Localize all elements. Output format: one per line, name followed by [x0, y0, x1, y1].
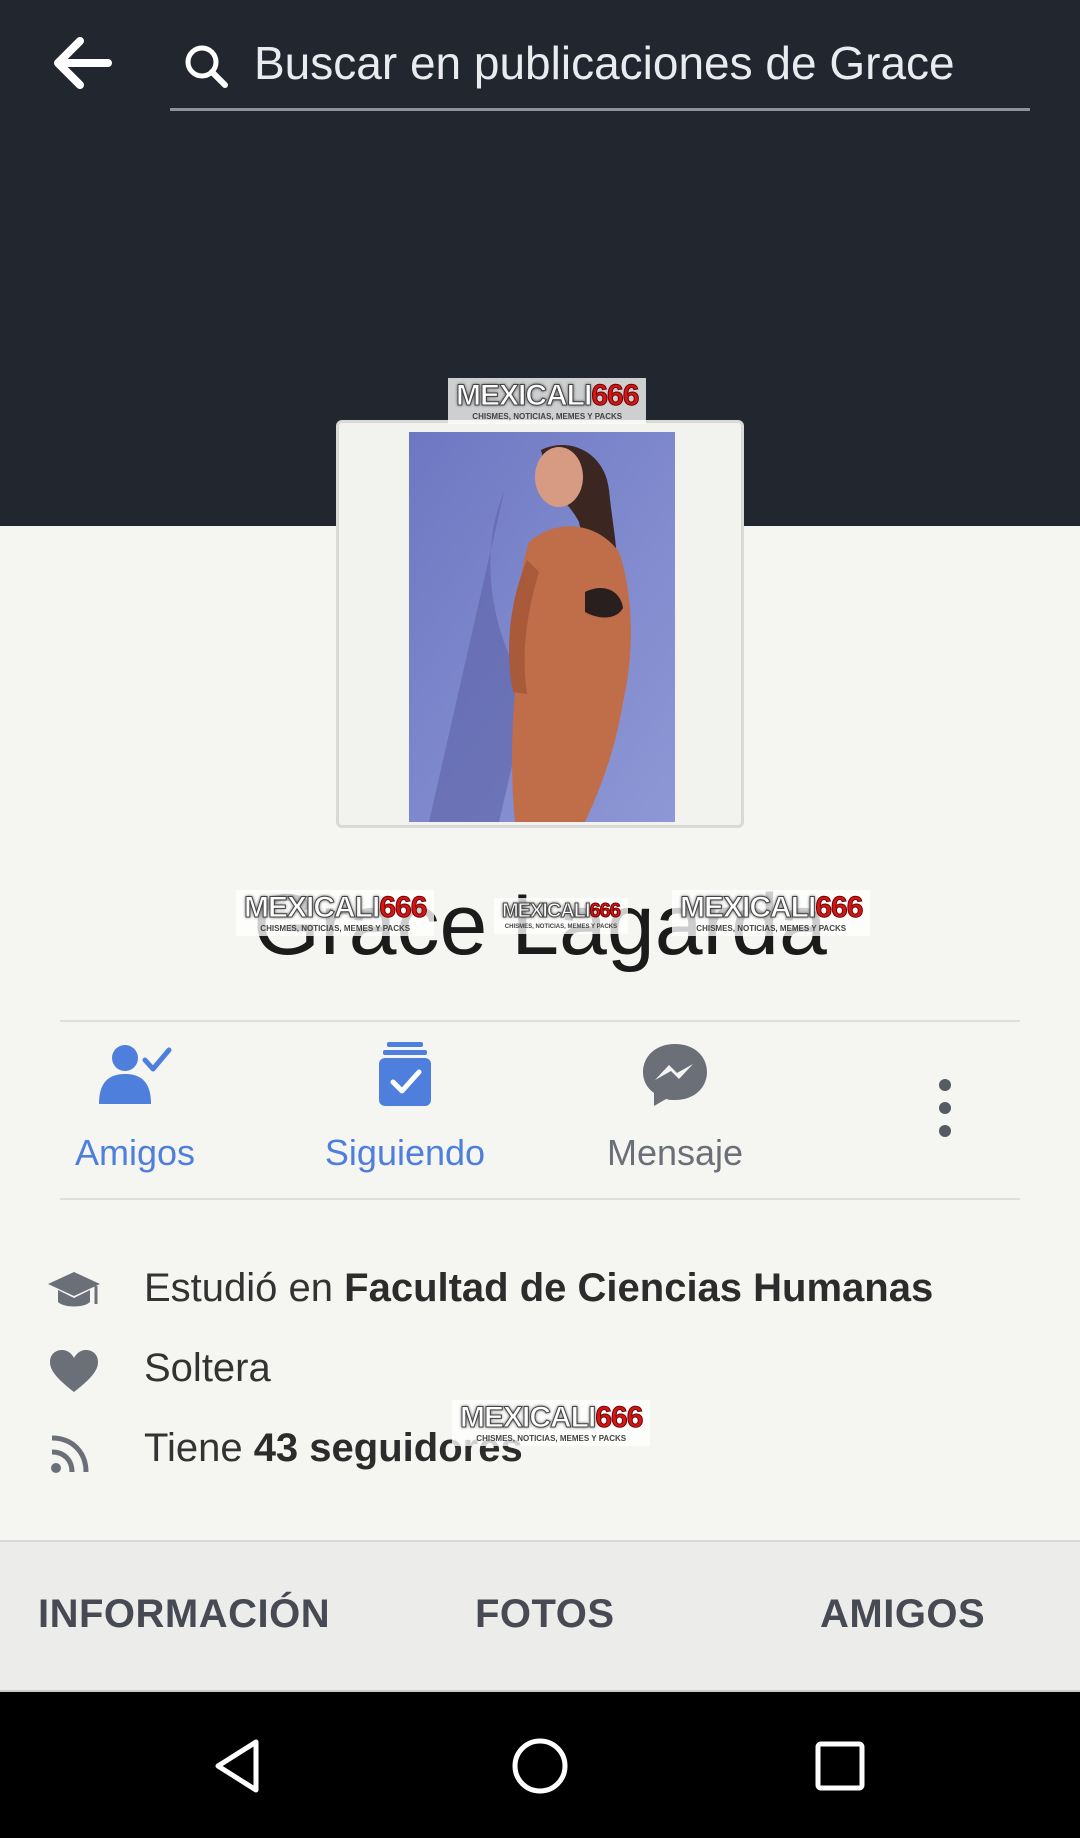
system-navigation-bar [0, 1692, 1080, 1838]
divider [60, 1020, 1020, 1022]
back-arrow-icon [54, 37, 112, 89]
messenger-icon [643, 1044, 707, 1106]
heart-icon [50, 1350, 98, 1392]
watermark-logo: MEXICALI 666 CHISMES, NOTICIAS, MEMES Y P… [494, 898, 628, 934]
watermark-logo: MEXICALI 666 CHISMES, NOTICIAS, MEMES Y P… [448, 378, 647, 424]
tab-amigos[interactable]: AMIGOS [820, 1592, 985, 1637]
friends-check-icon [99, 1045, 172, 1104]
search-field[interactable]: Buscar en publicaciones de Grace [170, 18, 1030, 111]
profile-tabs: INFORMACIÓN FOTOS AMIGOS [0, 1540, 1080, 1693]
following-check-icon [379, 1042, 431, 1106]
message-button[interactable]: Mensaje [555, 1040, 795, 1180]
education-text: Estudió en Facultad de Ciencias Humanas [144, 1266, 934, 1310]
watermark-logo: MEXICALI 666 CHISMES, NOTICIAS, MEMES Y P… [452, 1400, 651, 1446]
message-label: Mensaje [606, 1132, 744, 1173]
more-vertical-icon [939, 1079, 951, 1137]
relationship-text: Soltera [144, 1346, 271, 1390]
nav-recents-icon[interactable] [804, 1730, 876, 1802]
nav-home-icon[interactable] [504, 1730, 576, 1802]
profile-picture[interactable] [336, 420, 744, 828]
friends-label: Amigos [74, 1132, 196, 1173]
watermark-logo: MEXICALI 666 CHISMES, NOTICIAS, MEMES Y P… [672, 890, 871, 936]
following-label: Siguiendo [324, 1132, 486, 1173]
friends-button[interactable]: Amigos [15, 1040, 255, 1180]
rss-feed-icon [51, 1435, 89, 1473]
nav-back-icon[interactable] [204, 1730, 276, 1802]
education-row: Estudió en Facultad de Ciencias Humanas [40, 1262, 1040, 1322]
back-button[interactable] [48, 30, 120, 96]
following-button[interactable]: Siguiendo [285, 1040, 525, 1180]
profile-photo [409, 432, 675, 822]
watermark-logo: MEXICALI 666 CHISMES, NOTICIAS, MEMES Y P… [236, 890, 435, 936]
tab-informacion[interactable]: INFORMACIÓN [38, 1592, 330, 1637]
search-placeholder: Buscar en publicaciones de Grace [254, 37, 955, 89]
divider [60, 1198, 1020, 1200]
search-icon [185, 45, 228, 88]
graduation-cap-icon [48, 1272, 100, 1307]
more-options-button[interactable] [920, 1075, 970, 1145]
tab-fotos[interactable]: FOTOS [475, 1592, 615, 1637]
relationship-row: Soltera [40, 1342, 1040, 1402]
